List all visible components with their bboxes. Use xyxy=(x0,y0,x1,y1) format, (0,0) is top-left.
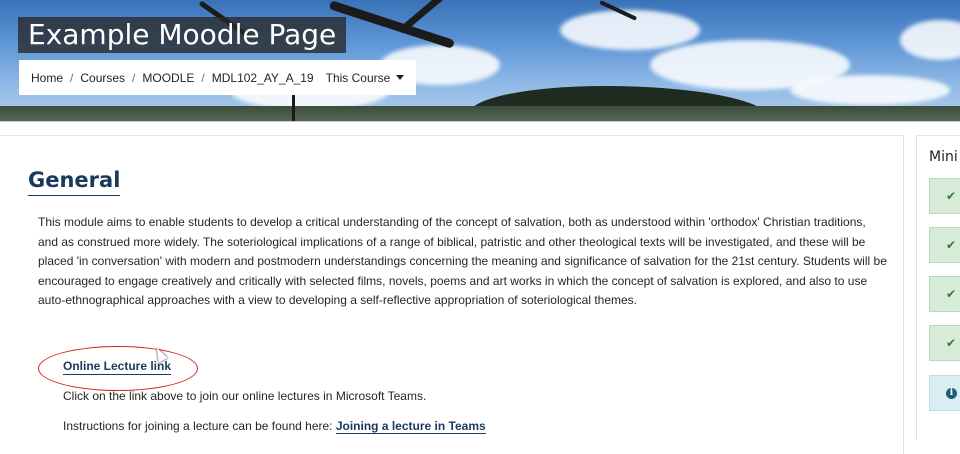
branch-decoration xyxy=(328,0,456,49)
check-icon: ✔ xyxy=(946,238,957,252)
page-title: Example Moodle Page xyxy=(18,17,347,53)
breadcrumb-separator: / xyxy=(70,70,74,85)
breadcrumb-separator: / xyxy=(201,70,205,85)
completion-step[interactable]: ✔ xyxy=(929,276,960,312)
instructions-line: Instructions for joining a lecture can b… xyxy=(63,419,486,434)
this-course-menu[interactable]: This Course xyxy=(326,71,405,85)
section-title[interactable]: General xyxy=(28,168,121,196)
block-title: Mini xyxy=(929,149,958,165)
header-banner: Example Moodle Page Home / Courses / MOO… xyxy=(0,0,960,122)
check-icon: ✔ xyxy=(946,287,957,301)
ground-decoration xyxy=(0,106,960,121)
course-content: General This module aims to enable stude… xyxy=(0,135,904,454)
right-block: Mini ✔ ✔ ✔ ✔ i xyxy=(916,135,960,440)
completion-step[interactable]: ✔ xyxy=(929,227,960,263)
breadcrumb-category[interactable]: MOODLE xyxy=(142,71,194,85)
online-lecture-link[interactable]: Online Lecture link xyxy=(63,359,172,375)
cloud-decoration xyxy=(790,75,950,105)
joining-lecture-link[interactable]: Joining a lecture in Teams xyxy=(335,419,486,434)
cloud-decoration xyxy=(900,20,960,60)
caret-down-icon xyxy=(396,75,405,80)
branch-decoration xyxy=(397,0,456,35)
breadcrumb-courses[interactable]: Courses xyxy=(80,71,125,85)
check-icon: ✔ xyxy=(946,189,957,203)
this-course-label: This Course xyxy=(325,70,391,85)
completion-step[interactable]: ✔ xyxy=(929,178,960,214)
info-step[interactable]: i xyxy=(929,375,960,411)
section-summary: This module aims to enable students to d… xyxy=(38,215,887,307)
breadcrumb: Home / Courses / MOODLE / MDL102_AY_A_19… xyxy=(19,60,417,95)
breadcrumb-separator: / xyxy=(132,70,136,85)
breadcrumb-course[interactable]: MDL102_AY_A_19 xyxy=(212,71,314,85)
check-icon: ✔ xyxy=(946,336,957,350)
info-icon: i xyxy=(946,387,957,399)
breadcrumb-home[interactable]: Home xyxy=(31,71,63,85)
completion-step[interactable]: ✔ xyxy=(929,325,960,361)
lecture-note: Click on the link above to join our onli… xyxy=(63,389,427,403)
instructions-text: Instructions for joining a lecture can b… xyxy=(63,419,336,433)
